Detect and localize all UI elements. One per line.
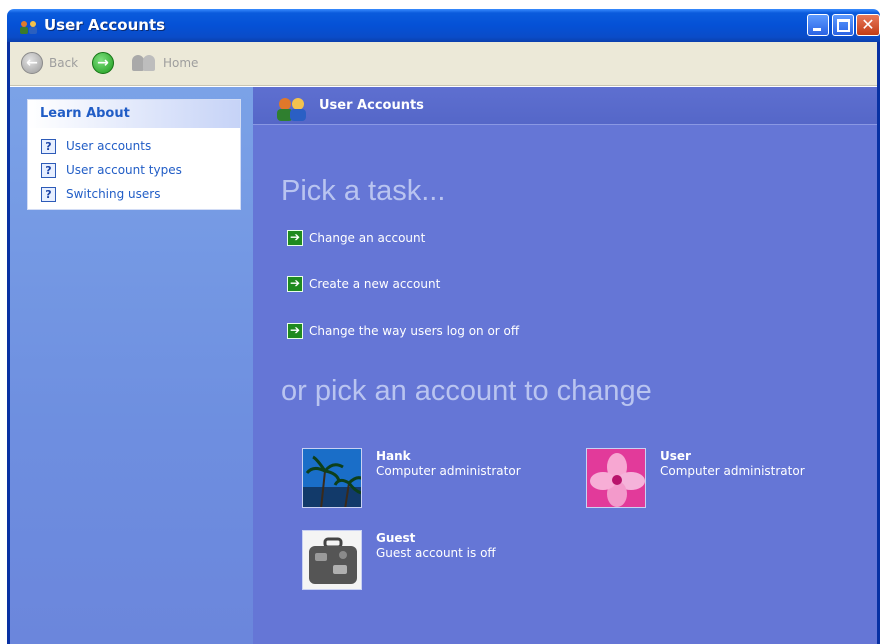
back-label: Back bbox=[49, 56, 79, 70]
learn-about-list: ? User accounts ? User account types ? S… bbox=[28, 128, 240, 206]
task-label[interactable]: Create a new account bbox=[309, 277, 440, 291]
green-arrow-icon: ➔ bbox=[287, 323, 303, 339]
learn-item-user-account-types[interactable]: ? User account types bbox=[41, 158, 240, 182]
task-change-logon[interactable]: ➔ Change the way users log on or off bbox=[287, 323, 519, 339]
learn-item-switching-users[interactable]: ? Switching users bbox=[41, 182, 240, 206]
minimize-button[interactable] bbox=[807, 14, 829, 36]
maximize-button[interactable] bbox=[832, 14, 854, 36]
back-arrow-icon: ← bbox=[21, 52, 43, 74]
help-icon: ? bbox=[41, 162, 56, 178]
main-content: User Accounts Pick a task... ➔ Change an… bbox=[253, 87, 877, 644]
account-type: Guest account is off bbox=[376, 546, 496, 560]
learn-about-panel: Learn About ? User accounts ? User accou… bbox=[27, 99, 241, 210]
account-hank[interactable]: Hank Computer administrator bbox=[302, 448, 521, 508]
account-name: Guest bbox=[376, 531, 416, 545]
learn-item-label[interactable]: User accounts bbox=[66, 139, 151, 153]
account-type: Computer administrator bbox=[660, 464, 805, 478]
back-button[interactable]: ← Back bbox=[21, 51, 78, 75]
task-change-account[interactable]: ➔ Change an account bbox=[287, 230, 425, 246]
learn-item-label[interactable]: Switching users bbox=[66, 187, 160, 201]
help-icon: ? bbox=[41, 186, 56, 202]
account-name: User bbox=[660, 449, 691, 463]
forward-arrow-icon: → bbox=[92, 52, 114, 74]
suitcase-picture bbox=[302, 530, 362, 590]
green-arrow-icon: ➔ bbox=[287, 230, 303, 246]
account-user[interactable]: User Computer administrator bbox=[586, 448, 805, 508]
task-label[interactable]: Change an account bbox=[309, 231, 425, 245]
help-icon: ? bbox=[41, 138, 56, 154]
palm-trees-picture bbox=[302, 448, 362, 508]
toolbar: ← Back → Home bbox=[10, 42, 877, 86]
minimize-icon bbox=[813, 28, 821, 31]
maximize-icon bbox=[837, 19, 850, 32]
close-button[interactable]: ✕ bbox=[856, 14, 880, 36]
home-users-icon bbox=[131, 54, 157, 72]
forward-button[interactable]: → bbox=[92, 51, 114, 75]
window-title: User Accounts bbox=[44, 16, 166, 34]
title-bar[interactable]: User Accounts ✕ bbox=[7, 9, 880, 42]
learn-about-title: Learn About bbox=[28, 100, 240, 128]
learn-item-user-accounts[interactable]: ? User accounts bbox=[41, 134, 240, 158]
account-name: Hank bbox=[376, 449, 411, 463]
user-accounts-icon bbox=[277, 98, 306, 121]
main-header-title: User Accounts bbox=[319, 98, 424, 113]
pick-account-heading: or pick an account to change bbox=[281, 375, 652, 407]
account-type: Computer administrator bbox=[376, 464, 521, 478]
close-icon: ✕ bbox=[861, 15, 875, 34]
task-create-account[interactable]: ➔ Create a new account bbox=[287, 276, 440, 292]
users-icon bbox=[20, 21, 37, 34]
pink-flower-picture bbox=[586, 448, 646, 508]
home-label: Home bbox=[163, 56, 199, 70]
task-label[interactable]: Change the way users log on or off bbox=[309, 324, 519, 338]
green-arrow-icon: ➔ bbox=[287, 276, 303, 292]
pick-task-heading: Pick a task... bbox=[281, 175, 446, 207]
home-button[interactable]: Home bbox=[131, 51, 198, 75]
left-task-pane: Learn About ? User accounts ? User accou… bbox=[10, 87, 253, 644]
main-header: User Accounts bbox=[253, 87, 877, 125]
account-guest[interactable]: Guest Guest account is off bbox=[302, 530, 496, 590]
learn-item-label[interactable]: User account types bbox=[66, 163, 182, 177]
